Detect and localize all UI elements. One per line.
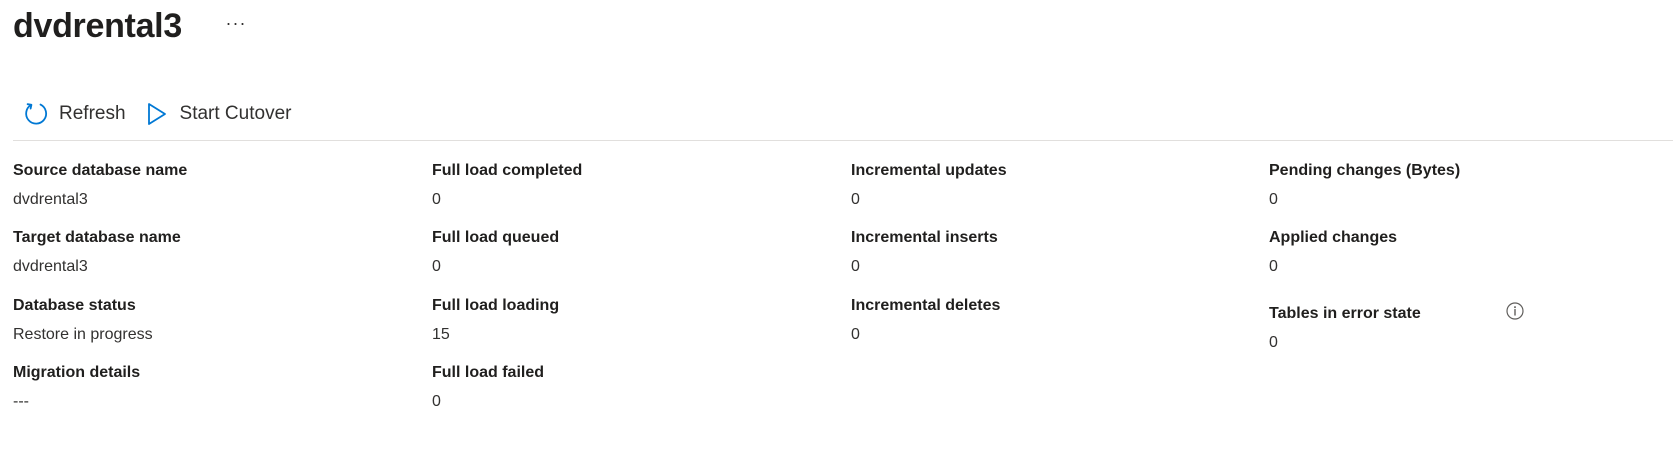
field-label: Incremental updates (851, 162, 1007, 179)
field-label: Incremental inserts (851, 229, 998, 246)
page-title: dvdrental3 (13, 7, 182, 45)
refresh-button[interactable]: Refresh (13, 94, 134, 134)
field-value: 0 (1269, 191, 1278, 208)
refresh-label: Refresh (59, 103, 126, 124)
field-full-load-queued: Full load queued 0 (432, 227, 872, 278)
play-icon (144, 101, 170, 127)
info-icon[interactable] (1505, 301, 1525, 321)
field-value: Restore in progress (13, 326, 153, 343)
field-full-load-loading: Full load loading 15 (432, 295, 872, 346)
field-source-database-name: Source database name dvdrental3 (13, 160, 453, 211)
more-options-button[interactable]: ··· (220, 7, 252, 39)
toolbar-divider (13, 140, 1673, 141)
field-value: 0 (1269, 334, 1278, 351)
start-cutover-label: Start Cutover (179, 103, 292, 124)
field-value: 0 (851, 191, 860, 208)
refresh-icon (23, 101, 49, 127)
field-label: Applied changes (1269, 229, 1398, 246)
start-cutover-button[interactable]: Start Cutover (134, 94, 300, 134)
field-pending-changes: Pending changes (Bytes) 0 (1269, 160, 1673, 211)
field-value: dvdrental3 (13, 258, 88, 275)
field-migration-details: Migration details --- (13, 362, 453, 413)
field-value: 0 (1269, 258, 1278, 275)
field-tables-in-error-state: Tables in error state 0 (1269, 301, 1673, 354)
field-value: 0 (851, 326, 860, 343)
field-label: Incremental deletes (851, 297, 1001, 314)
field-full-load-completed: Full load completed 0 (432, 160, 872, 211)
field-value: 0 (432, 191, 441, 208)
field-label: Database status (13, 297, 136, 314)
command-bar: Refresh Start Cutover (13, 94, 299, 134)
field-label: Migration details (13, 364, 141, 381)
page-header: dvdrental3 ··· (13, 2, 252, 50)
field-incremental-inserts: Incremental inserts 0 (851, 227, 1291, 278)
field-value: 15 (432, 326, 450, 343)
field-label: Full load failed (432, 364, 545, 381)
field-value: 0 (432, 393, 441, 410)
field-applied-changes: Applied changes 0 (1269, 227, 1673, 278)
field-incremental-updates: Incremental updates 0 (851, 160, 1291, 211)
field-label: Source database name (13, 162, 188, 179)
field-label: Full load loading (432, 297, 560, 314)
field-value: 0 (432, 258, 441, 275)
field-label: Full load queued (432, 229, 560, 246)
more-icon: ··· (225, 12, 247, 33)
field-value: --- (13, 393, 29, 410)
field-target-database-name: Target database name dvdrental3 (13, 227, 453, 278)
field-full-load-failed: Full load failed 0 (432, 362, 872, 413)
field-label: Pending changes (Bytes) (1269, 162, 1461, 179)
field-label: Full load completed (432, 162, 583, 179)
field-label: Target database name (13, 229, 181, 246)
field-value: 0 (851, 258, 860, 275)
field-value: dvdrental3 (13, 191, 88, 208)
field-label: Tables in error state (1269, 305, 1421, 322)
field-database-status: Database status Restore in progress (13, 295, 453, 346)
field-incremental-deletes: Incremental deletes 0 (851, 295, 1291, 346)
